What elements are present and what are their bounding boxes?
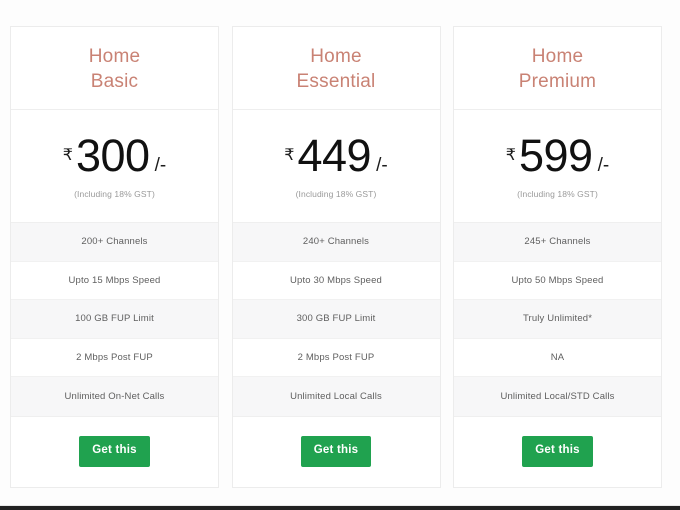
rupee-icon: ₹ bbox=[505, 147, 516, 164]
feature-row: 245+ Channels bbox=[454, 223, 661, 262]
price-tax-note: (Including 18% GST) bbox=[295, 189, 377, 199]
plan-name-line-1: Home bbox=[310, 46, 362, 67]
plan-card-list: Home Basic ₹ 300 /- (Including 18% GST) … bbox=[10, 26, 662, 488]
price-suffix: /- bbox=[154, 155, 167, 176]
feature-row: Unlimited On-Net Calls bbox=[11, 377, 218, 416]
plan-card-home-essential[interactable]: Home Essential ₹ 449 /- (Including 18% G… bbox=[231, 26, 441, 488]
plan-feature-list: 240+ Channels Upto 30 Mbps Speed 300 GB … bbox=[232, 223, 440, 417]
plan-footer: Get this bbox=[454, 416, 661, 487]
price-amount: 449 bbox=[297, 130, 372, 181]
feature-row: Unlimited Local/STD Calls bbox=[454, 377, 661, 416]
feature-row: 200+ Channels bbox=[11, 223, 218, 262]
plan-name-line-2: Premium bbox=[518, 71, 597, 92]
feature-row: Unlimited Local Calls bbox=[232, 377, 440, 416]
feature-row: Upto 30 Mbps Speed bbox=[232, 261, 440, 300]
feature-row: 100 GB FUP Limit bbox=[11, 300, 218, 339]
plan-footer: Get this bbox=[11, 416, 218, 487]
plan-price-block: ₹ 449 /- (Including 18% GST) bbox=[232, 110, 440, 223]
price-suffix: /- bbox=[376, 155, 388, 176]
plan-header: Home Basic bbox=[11, 27, 218, 110]
plan-name-line-2: Basic bbox=[90, 71, 139, 92]
plan-footer: Get this bbox=[232, 416, 440, 487]
plan-card-home-premium[interactable]: Home Premium ₹ 599 /- (Including 18% GST… bbox=[453, 26, 662, 488]
feature-row: 2 Mbps Post FUP bbox=[232, 338, 440, 377]
price-suffix: /- bbox=[597, 155, 610, 176]
plan-card-home-basic[interactable]: Home Basic ₹ 300 /- (Including 18% GST) … bbox=[10, 26, 219, 488]
price-row: ₹ 300 /- bbox=[63, 133, 166, 178]
pricing-table: Home Basic ₹ 300 /- (Including 18% GST) … bbox=[0, 0, 680, 510]
price-row: ₹ 599 /- bbox=[506, 133, 609, 178]
price-tax-note: (Including 18% GST) bbox=[517, 189, 598, 199]
plan-name-line-2: Essential bbox=[296, 71, 376, 92]
feature-row: 2 Mbps Post FUP bbox=[11, 338, 218, 377]
plan-name-line-1: Home bbox=[531, 46, 584, 67]
page-bottom-edge bbox=[0, 506, 680, 510]
get-this-button[interactable]: Get this bbox=[79, 436, 150, 467]
plan-header: Home Essential bbox=[232, 27, 440, 110]
get-this-button[interactable]: Get this bbox=[522, 436, 593, 467]
price-amount: 599 bbox=[518, 130, 593, 181]
rupee-icon: ₹ bbox=[62, 147, 73, 164]
feature-row: Truly Unlimited* bbox=[454, 300, 661, 339]
plan-feature-list: 245+ Channels Upto 50 Mbps Speed Truly U… bbox=[454, 223, 661, 417]
plan-header: Home Premium bbox=[454, 27, 661, 110]
get-this-button[interactable]: Get this bbox=[300, 436, 372, 467]
price-tax-note: (Including 18% GST) bbox=[74, 189, 155, 199]
plan-name-line-1: Home bbox=[88, 46, 141, 67]
feature-row: NA bbox=[454, 338, 661, 377]
plan-feature-list: 200+ Channels Upto 15 Mbps Speed 100 GB … bbox=[11, 223, 218, 417]
price-amount: 300 bbox=[75, 130, 150, 181]
price-row: ₹ 449 /- bbox=[284, 133, 387, 178]
feature-row: 240+ Channels bbox=[232, 223, 440, 262]
plan-price-block: ₹ 599 /- (Including 18% GST) bbox=[454, 110, 661, 223]
plan-price-block: ₹ 300 /- (Including 18% GST) bbox=[11, 110, 218, 223]
feature-row: Upto 50 Mbps Speed bbox=[454, 261, 661, 300]
rupee-icon: ₹ bbox=[284, 147, 295, 164]
feature-row: Upto 15 Mbps Speed bbox=[11, 261, 218, 300]
feature-row: 300 GB FUP Limit bbox=[232, 300, 440, 339]
